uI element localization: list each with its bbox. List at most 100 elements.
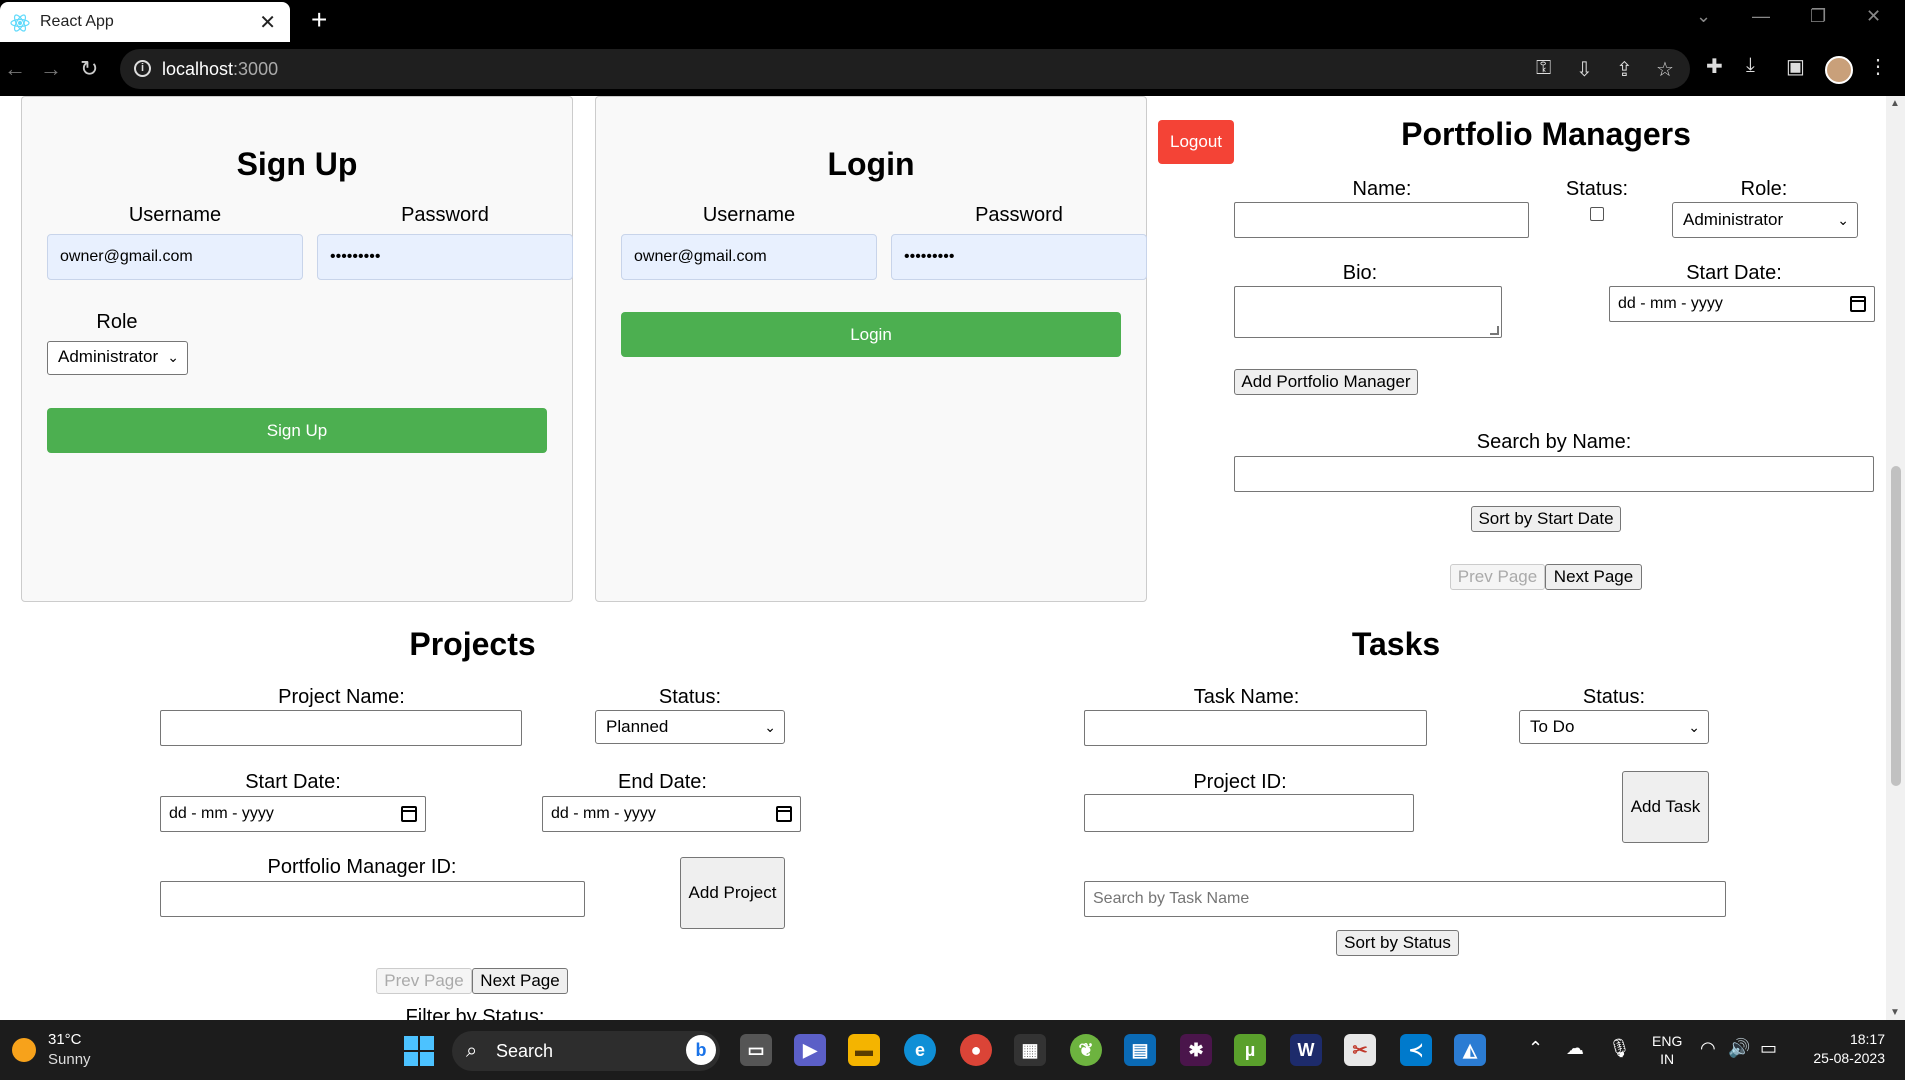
vscode-icon[interactable]: ≺ [1400,1034,1432,1066]
project-name-input[interactable] [160,710,522,746]
profile-avatar[interactable] [1825,56,1853,84]
address-bar[interactable]: i localhost:3000 ⚿ ⇩ ⇪ ☆ [120,49,1690,89]
store-icon[interactable]: ▦ [1014,1034,1046,1066]
project-status-label: Status: [658,686,722,708]
pm-search-input[interactable] [1234,456,1874,492]
chrome-icon[interactable]: ● [960,1034,992,1066]
language-line2: IN [1660,1051,1675,1067]
slack-icon[interactable]: ✱ [1180,1034,1212,1066]
sort-by-status-button[interactable]: Sort by Status [1336,930,1459,956]
photos-icon[interactable]: ◭ [1454,1034,1486,1066]
clock[interactable]: 18:17 25-08-2023 [1813,1030,1885,1068]
browser-tab-strip: React App ✕ + ⌄ — ❐ ✕ [0,0,1905,42]
signup-password-input[interactable]: ••••••••• [317,234,573,280]
add-task-button[interactable]: Add Task [1622,771,1709,843]
new-tab-icon[interactable]: + [311,6,327,34]
snipping-tool-icon[interactable]: ✂ [1344,1034,1376,1066]
minimize-icon[interactable]: — [1752,6,1770,27]
project-prev-page-button[interactable]: Prev Page [376,968,472,994]
add-project-button[interactable]: Add Project [680,857,785,929]
add-portfolio-manager-button[interactable]: Add Portfolio Manager [1234,369,1418,395]
weather-temperature[interactable]: 31°C [48,1031,82,1048]
login-password-input[interactable]: ••••••••• [891,234,1147,280]
project-end-date-input[interactable]: dd - mm - yyyy [542,796,801,832]
sun-icon[interactable] [12,1038,36,1062]
project-end-date-label: End Date: [618,771,707,793]
calendar-icon[interactable] [1850,296,1866,312]
language-indicator[interactable]: ENG IN [1652,1032,1682,1068]
login-username-input[interactable]: owner@gmail.com [621,234,877,280]
install-icon[interactable]: ⇩ [1576,57,1593,82]
volume-icon[interactable]: 🔊 [1728,1038,1750,1059]
share-icon[interactable]: ⇪ [1616,57,1633,82]
downloads-icon[interactable]: ⤓ [1746,54,1755,77]
browser-tab[interactable]: React App ✕ [0,2,290,42]
task-project-id-input[interactable] [1084,794,1414,832]
windows-start-icon[interactable] [404,1036,434,1066]
reload-icon[interactable]: ↻ [80,56,98,82]
pm-name-input[interactable] [1234,202,1529,238]
portfolio-manager-id-input[interactable] [160,881,585,917]
tab-title: React App [40,13,114,30]
task-search-input[interactable]: Search by Task Name [1084,881,1726,917]
project-next-page-button[interactable]: Next Page [472,968,568,994]
page-scrollbar[interactable]: ▲ ▼ [1886,96,1905,1020]
signup-heading: Sign Up [236,146,358,182]
battery-icon[interactable]: ▭ [1760,1038,1777,1059]
clock-time: 18:17 [1849,1031,1885,1047]
webstorm-icon[interactable]: W [1290,1034,1322,1066]
microphone-icon[interactable]: 🎙 [1608,1038,1631,1059]
task-status-select[interactable]: To Do ⌄ [1519,710,1709,744]
date-placeholder: dd - mm - yyyy [1618,295,1723,312]
pm-next-page-button[interactable]: Next Page [1545,564,1642,590]
resize-grip-icon[interactable] [1490,326,1499,335]
project-start-date-input[interactable]: dd - mm - yyyy [160,796,426,832]
pm-prev-page-button[interactable]: Prev Page [1450,564,1545,590]
pm-role-select[interactable]: Administrator ⌄ [1672,202,1858,238]
signup-role-label: Role [96,311,138,333]
signup-role-select[interactable]: Administrator ⌄ [47,341,188,375]
task-view-icon[interactable]: ▭ [740,1034,772,1066]
bookmark-star-icon[interactable]: ☆ [1656,57,1674,82]
side-panel-icon[interactable]: ▣ [1786,54,1805,79]
chevron-up-icon[interactable]: ⌃ [1528,1038,1543,1059]
tab-search-icon[interactable]: ⌄ [1696,6,1711,27]
pm-bio-textarea[interactable] [1234,286,1502,338]
menu-kebab-icon[interactable]: ⋮ [1868,54,1888,79]
weather-condition[interactable]: Sunny [48,1051,91,1068]
edge-icon[interactable]: e [904,1034,936,1066]
signup-button[interactable]: Sign Up [47,408,547,453]
login-username-label: Username [702,204,796,226]
maximize-icon[interactable]: ❐ [1810,6,1826,27]
scroll-down-icon[interactable]: ▼ [1890,1007,1900,1018]
extensions-icon[interactable]: ✚ [1706,54,1723,79]
wifi-icon[interactable]: ◠ [1700,1038,1716,1059]
calendar-icon[interactable] [776,806,792,822]
teams-chat-icon[interactable]: ▶ [794,1034,826,1066]
forward-icon[interactable]: → [40,56,62,82]
scroll-thumb[interactable] [1891,466,1901,786]
spring-tools-icon[interactable]: ❦ [1070,1034,1102,1066]
utorrent-icon[interactable]: µ [1234,1034,1266,1066]
logout-button[interactable]: Logout [1158,120,1234,164]
key-icon[interactable]: ⚿ [1536,57,1551,80]
signup-username-input[interactable]: owner@gmail.com [47,234,303,280]
pm-status-checkbox[interactable] [1590,207,1604,221]
close-window-icon[interactable]: ✕ [1866,6,1881,27]
login-button[interactable]: Login [621,312,1121,357]
sort-by-start-date-button[interactable]: Sort by Start Date [1471,506,1621,532]
back-icon[interactable]: ← [4,56,26,82]
project-status-select[interactable]: Planned ⌄ [595,710,785,744]
taskbar-search[interactable]: ⌕ Search b [452,1031,720,1071]
scroll-up-icon[interactable]: ▲ [1890,98,1900,109]
file-explorer-icon[interactable]: ▬ [848,1034,880,1066]
bing-icon[interactable]: b [686,1035,716,1065]
onedrive-icon[interactable]: ☁ [1566,1038,1584,1059]
app-icon[interactable]: ▤ [1124,1034,1156,1066]
close-tab-icon[interactable]: ✕ [259,10,276,35]
project-start-date-label: Start Date: [245,771,341,793]
calendar-icon[interactable] [401,806,417,822]
task-name-input[interactable] [1084,710,1427,746]
pm-start-date-input[interactable]: dd - mm - yyyy [1609,286,1875,322]
site-info-icon[interactable]: i [134,60,151,77]
